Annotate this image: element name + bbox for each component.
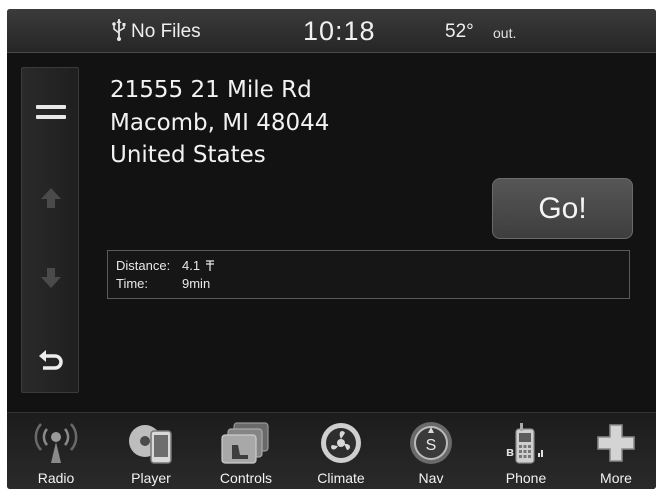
arrow-down-icon	[41, 268, 61, 288]
dock-player[interactable]: Player	[111, 413, 191, 489]
svg-text:ʙ: ʙ	[506, 444, 514, 459]
dock-label: Climate	[317, 470, 365, 486]
outside-label: out.	[493, 25, 517, 41]
player-icon	[129, 425, 172, 464]
dock-label: Nav	[418, 470, 444, 486]
dock-label: Player	[131, 470, 171, 486]
route-info-box: Distance: 4.1 Time: 9min	[107, 250, 630, 299]
address-line-1: 21555 21 Mile Rd	[110, 77, 312, 103]
address-country: United States	[110, 142, 266, 168]
dock-phone[interactable]: ʙ Phone	[486, 413, 566, 489]
usb-icon	[111, 18, 127, 47]
address-line-2: Macomb, MI 48044	[110, 110, 330, 136]
dock-label: Controls	[219, 470, 273, 486]
controls-icon	[221, 422, 269, 464]
clock: 10:18	[303, 16, 376, 46]
svg-text:S: S	[426, 437, 437, 454]
time-value: 9min	[182, 276, 211, 291]
climate-icon	[321, 423, 361, 463]
status-bar: No Files 10:18 52° out.	[7, 9, 656, 53]
scroll-down-button[interactable]	[22, 248, 80, 308]
arrow-up-icon	[41, 188, 61, 208]
dock-label: Radio	[37, 470, 75, 486]
bottom-dock: Radio Player Controls Climate S Nav ʙ Ph…	[7, 412, 656, 489]
distance-label: Distance:	[116, 258, 171, 273]
back-button[interactable]	[22, 330, 80, 390]
dock-more[interactable]: More	[576, 413, 656, 489]
nav-icon: S	[410, 422, 452, 464]
menu-icon	[36, 105, 66, 119]
menu-button[interactable]	[22, 82, 80, 142]
dock-controls[interactable]: Controls	[206, 413, 286, 489]
dock-radio[interactable]: Radio	[16, 413, 96, 489]
go-button[interactable]: Go!	[492, 178, 633, 239]
left-control-rail	[21, 67, 79, 393]
dock-climate[interactable]: Climate	[301, 413, 381, 489]
back-icon	[39, 350, 63, 370]
time-label: Time:	[116, 276, 149, 291]
dock-nav[interactable]: S Nav	[391, 413, 471, 489]
distance-value: 4.1	[182, 258, 201, 273]
scroll-up-button[interactable]	[22, 168, 80, 228]
nav-screen: No Files 10:18 52° out. 21555 21 Mile Rd…	[7, 9, 656, 489]
dock-label: Phone	[505, 470, 547, 486]
more-icon	[597, 424, 635, 462]
dock-label: More	[600, 470, 632, 486]
phone-icon: ʙ	[506, 423, 543, 464]
miles-unit-icon	[206, 260, 214, 271]
radio-icon	[34, 423, 78, 463]
outside-temperature: 52°	[445, 21, 474, 42]
media-status: No Files	[131, 21, 201, 42]
